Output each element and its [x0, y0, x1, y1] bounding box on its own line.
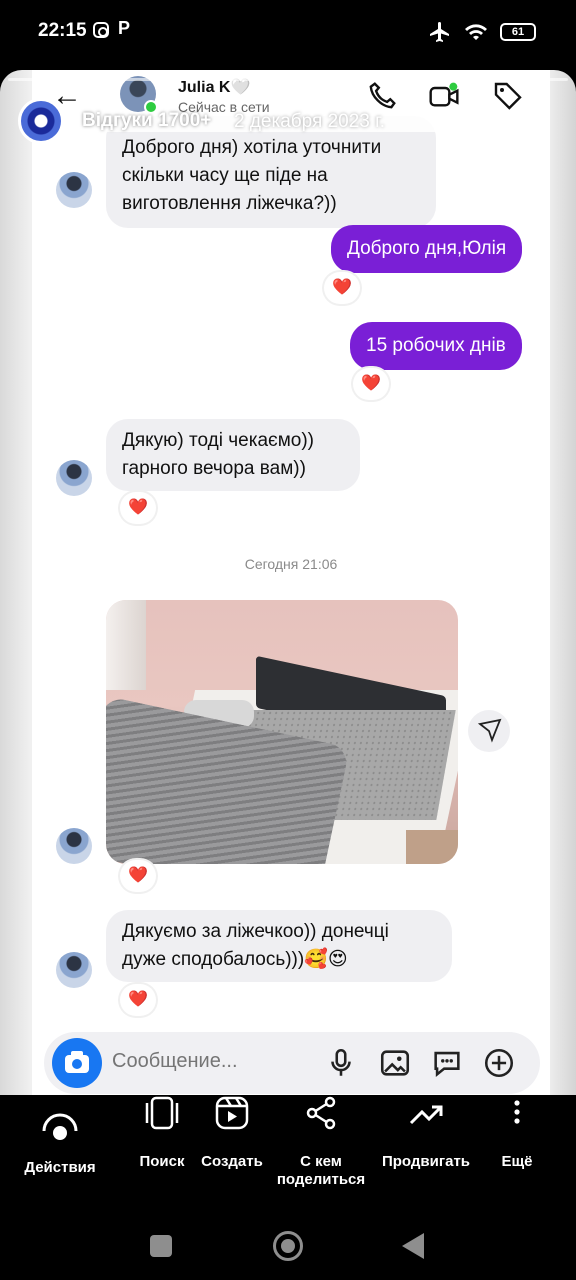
action-share[interactable]: С кем поделиться [270, 1095, 372, 1189]
trending-icon [409, 1105, 443, 1125]
heart-reaction: ❤️ [120, 984, 156, 1016]
contact-mini-avatar [56, 828, 92, 864]
instagram-notification-icon [93, 22, 109, 38]
phone-frame-icon [145, 1096, 179, 1130]
outgoing-message: 15 робочих днів [350, 322, 522, 370]
wifi-icon [465, 24, 487, 40]
action-search[interactable]: Поиск [130, 1095, 194, 1171]
message-text: 15 робочих днів [366, 335, 506, 356]
action-label: Действия [24, 1159, 96, 1176]
incoming-message: Дякую) тоді чекаємо)) гарного вечора вам… [106, 419, 360, 491]
phone-call-icon [369, 82, 396, 109]
action-label: Продвигать [381, 1153, 471, 1170]
send-share-icon [468, 710, 510, 752]
more-vertical-icon [514, 1100, 520, 1124]
add-plus-icon [484, 1048, 514, 1078]
heart-reaction: ❤️ [120, 860, 156, 892]
action-promote[interactable]: Продвигать [378, 1095, 474, 1171]
status-icons: 61 [428, 20, 536, 44]
heart-reaction: ❤️ [324, 272, 360, 304]
message-input [112, 1050, 312, 1073]
action-label: Ещё [501, 1153, 533, 1170]
reels-icon [215, 1096, 249, 1130]
heart-reaction: ❤️ [353, 368, 389, 400]
contact-mini-avatar [56, 172, 92, 208]
story-author-avatar[interactable] [18, 98, 64, 144]
action-more[interactable]: Ещё [490, 1095, 544, 1171]
story-actions-bar: Действия Поиск Создать С кем поделиться … [0, 1095, 576, 1205]
message-text: Дякую) тоді чекаємо)) гарного вечора вам… [122, 430, 315, 479]
sticker-chat-icon [434, 1051, 460, 1077]
chat-screenshot: ← Julia K🤍 Сейчас в сети Доброго дня) хо… [32, 70, 550, 1095]
airplane-icon [430, 22, 449, 42]
status-bar: 22:15 P 61 [0, 0, 576, 64]
action-activity[interactable]: Действия [18, 1113, 102, 1177]
photo-floor [406, 830, 458, 864]
eye-icon [42, 1113, 78, 1140]
message-text: Дякуємо за ліжечкоо)) донечці дуже сподо… [122, 921, 389, 970]
share-nodes-icon [306, 1096, 336, 1130]
message-text: Доброго дня,Юлія [347, 238, 507, 259]
story-author-name[interactable]: Відгуки 1700+ [82, 110, 211, 132]
camera-icon [52, 1038, 102, 1088]
video-call-icon [429, 82, 459, 107]
action-label: Создать [201, 1153, 263, 1170]
message-composer [44, 1032, 540, 1094]
outgoing-message: Доброго дня,Юлія [331, 225, 523, 273]
home-button[interactable] [273, 1231, 303, 1261]
p-notification-icon: P [118, 18, 131, 38]
incoming-message: Дякуємо за ліжечкоо)) донечці дуже сподо… [106, 910, 452, 982]
heart-reaction: ❤️ [120, 492, 156, 524]
photo-curtain [106, 600, 146, 690]
chat-timestamp: Сегодня 21:06 [244, 556, 338, 572]
action-label: Поиск [139, 1153, 185, 1170]
status-time: 22:15 [38, 20, 87, 41]
microphone-icon [331, 1048, 351, 1076]
battery-icon: 61 [500, 23, 536, 41]
back-button[interactable] [402, 1233, 424, 1259]
action-label: С кем поделиться [276, 1153, 366, 1188]
contact-mini-avatar [56, 952, 92, 988]
story-date: 2 декабря 2023 г. [234, 111, 386, 132]
bed-photo [106, 600, 458, 864]
contact-mini-avatar [56, 460, 92, 496]
action-create[interactable]: Создать [196, 1095, 268, 1171]
recent-apps-button[interactable] [150, 1235, 172, 1257]
gallery-icon [380, 1050, 410, 1076]
story-progress-bar [8, 78, 568, 81]
message-text: Доброго дня) хотіла уточнити скільки час… [122, 137, 382, 214]
tag-icon [494, 82, 522, 110]
system-nav-bar [0, 1205, 576, 1280]
story-frame[interactable]: Відгуки 1700+ 2 декабря 2023 г. ← Julia … [0, 70, 576, 1095]
